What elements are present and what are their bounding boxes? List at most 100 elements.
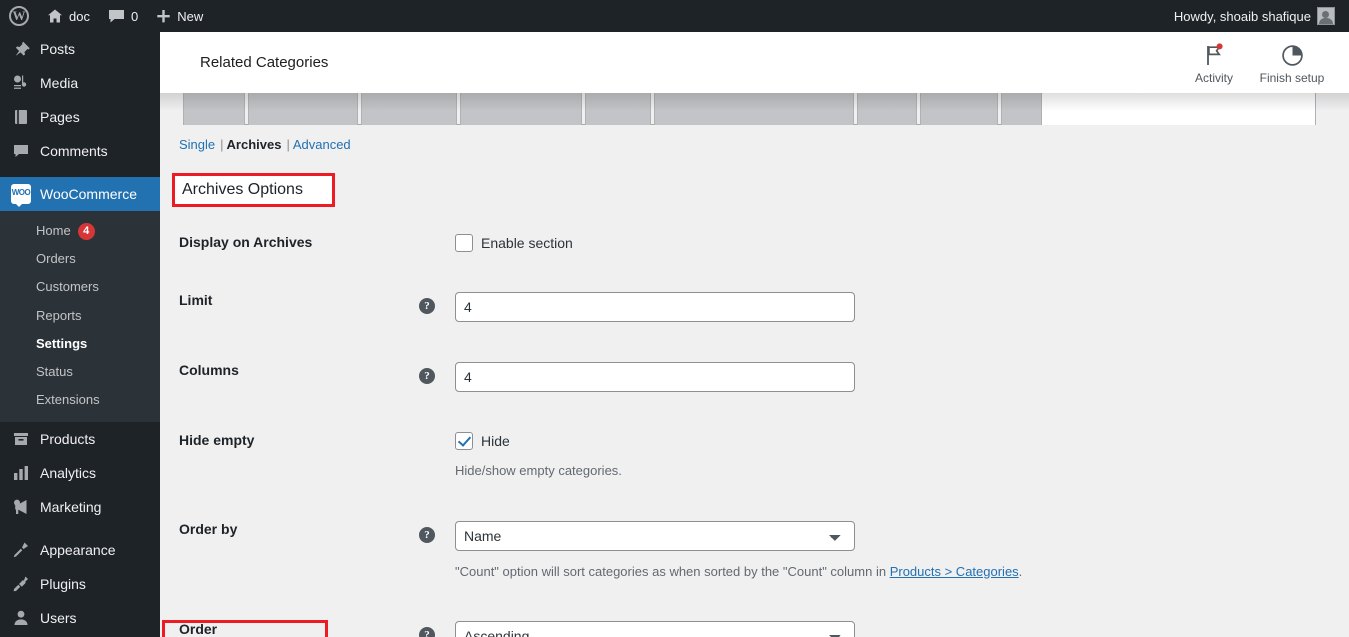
woocommerce-icon: WOO (11, 184, 31, 207)
order-select[interactable]: Ascending (455, 621, 855, 637)
sidebar-item-label: Comments (40, 143, 108, 159)
submenu-item-label: Status (36, 363, 73, 379)
nav-tab[interactable] (857, 91, 917, 125)
settings-nav-tabs[interactable] (160, 89, 1349, 133)
woocommerce-submenu[interactable]: Home 4 Orders Customers Reports Settings… (0, 211, 160, 423)
limit-input[interactable] (455, 292, 855, 322)
field-label-hide-empty: Hide empty (179, 432, 255, 448)
sidebar-item-media[interactable]: Media (0, 66, 160, 100)
field-row-display-on-archives: Display on Archives Enable section (179, 214, 1229, 272)
sidebar-item-label: Media (40, 75, 79, 91)
nav-tab[interactable] (585, 91, 651, 125)
order-by-description-post: . (1018, 563, 1023, 579)
order-by-select[interactable]: Name (455, 520, 855, 551)
sidebar-item-woocommerce[interactable]: WOO WooCommerce (0, 177, 168, 211)
sidebar-item-label: Marketing (40, 499, 102, 516)
nav-tab[interactable] (248, 91, 358, 125)
order-by-description-pre: "Count" option will sort categories as w… (455, 563, 890, 579)
order-by-description: "Count" option will sort categories as w… (455, 562, 1022, 582)
nav-tab[interactable] (183, 91, 245, 125)
finish-setup-label: Finish setup (1259, 70, 1325, 85)
sidebar-item-comments[interactable]: Comments (0, 134, 160, 168)
home-icon (48, 9, 62, 23)
products-categories-link[interactable]: Products > Categories (890, 564, 1019, 579)
products-icon (11, 429, 31, 449)
sidebar-item-label: WooCommerce (40, 186, 137, 202)
submenu-item-extensions[interactable]: Extensions (0, 386, 160, 414)
sidebar-item-posts[interactable]: Posts (0, 32, 160, 66)
nav-tab[interactable] (361, 91, 457, 125)
enable-section-checkbox[interactable] (455, 234, 473, 252)
comment-icon (108, 9, 124, 22)
subnav-link-archives[interactable]: Archives (227, 137, 282, 152)
admin-sidebar-menu[interactable]: Posts Media Pages Comments WOO WooCommer… (0, 32, 168, 637)
sidebar-item-plugins[interactable]: Plugins (0, 567, 160, 601)
nav-tab-strip[interactable] (183, 91, 1089, 125)
sidebar-item-label: Plugins (40, 576, 86, 593)
relate-options-highlight: Relate Options (162, 620, 328, 637)
field-row-order-by: Order by ? Name "Count" option will sort… (179, 501, 1229, 602)
limit-help-icon[interactable]: ? (419, 298, 435, 314)
field-row-limit: Limit ? (179, 272, 1229, 342)
submenu-item-reports[interactable]: Reports (0, 302, 160, 330)
section-subnav[interactable]: Single | Archives | Advanced (179, 137, 1349, 152)
sidebar-item-users[interactable]: Users (0, 601, 160, 635)
subnav-link-single[interactable]: Single (179, 137, 215, 152)
submenu-item-customers[interactable]: Customers (0, 273, 160, 301)
finish-setup-button[interactable]: Finish setup (1253, 41, 1331, 85)
subnav-link-advanced[interactable]: Advanced (293, 137, 351, 152)
home-count-badge: 4 (77, 222, 95, 240)
order-by-help-icon[interactable]: ? (419, 526, 435, 543)
new-content-menu[interactable]: New (147, 0, 212, 32)
hide-checkbox-line[interactable]: Hide (455, 432, 622, 450)
pin-icon (11, 39, 31, 59)
site-name-menu[interactable]: doc (38, 0, 99, 32)
field-label-columns: Columns (179, 362, 239, 378)
submenu-item-label: Extensions (36, 392, 100, 408)
submenu-item-status[interactable]: Status (0, 358, 160, 386)
settings-form: Single | Archives | Advanced Archives Op… (160, 133, 1349, 637)
hide-empty-control: Hide Hide/show empty categories. (455, 432, 622, 481)
activity-button[interactable]: Activity (1175, 41, 1253, 85)
enable-section-checkbox-line[interactable]: Enable section (455, 234, 573, 252)
submenu-item-label: Orders (36, 251, 76, 267)
nav-tab[interactable] (920, 91, 998, 125)
hide-checkbox[interactable] (455, 432, 473, 450)
nav-tab[interactable] (460, 91, 582, 125)
order-by-control: Name "Count" option will sort categories… (455, 520, 1022, 582)
nav-tab[interactable] (654, 91, 854, 125)
submenu-item-settings[interactable]: Settings (0, 330, 160, 358)
submenu-item-home[interactable]: Home 4 (0, 217, 160, 245)
pie-progress-icon (1281, 41, 1304, 67)
field-label-limit: Limit (179, 292, 213, 308)
submenu-item-label: Customers (36, 279, 99, 295)
sidebar-item-products[interactable]: Products (0, 422, 160, 456)
submenu-item-label: Settings (36, 335, 88, 351)
field-row-columns: Columns ? (179, 342, 1229, 412)
admin-bar: doc 0 New Howdy, shoaib shafique (0, 0, 1349, 32)
field-row-order: Order ? Ascending (179, 601, 1229, 637)
sidebar-item-marketing[interactable]: Marketing (0, 490, 160, 524)
content-area: Related Categories Activity Finish setup (160, 32, 1349, 637)
columns-help-icon[interactable]: ? (419, 368, 435, 384)
nav-tab-active[interactable] (1041, 91, 1316, 125)
sidebar-item-pages[interactable]: Pages (0, 100, 160, 134)
wp-logo-menu[interactable] (0, 0, 38, 32)
howdy-label: Howdy, shoaib shafique (1173, 8, 1311, 24)
site-name-label: doc (69, 8, 90, 24)
sidebar-item-appearance[interactable]: Appearance (0, 533, 160, 567)
my-account-menu[interactable]: Howdy, shoaib shafique (1165, 0, 1349, 32)
sidebar-item-label: Analytics (40, 465, 97, 482)
sidebar-item-analytics[interactable]: Analytics (0, 456, 160, 490)
comments-menu[interactable]: 0 (99, 0, 147, 32)
woocommerce-page-header: Related Categories Activity Finish setup (160, 32, 1349, 93)
columns-input[interactable] (455, 362, 855, 392)
subnav-separator: | (286, 137, 290, 152)
submenu-item-orders[interactable]: Orders (0, 245, 160, 273)
archives-options-table: Display on Archives Enable section Limit (179, 214, 1229, 637)
sidebar-item-label: Posts (40, 41, 76, 57)
sidebar-item-label: Pages (40, 109, 80, 125)
submenu-item-label: Reports (36, 307, 82, 323)
users-icon (11, 608, 31, 628)
order-help-icon[interactable]: ? (419, 627, 435, 637)
